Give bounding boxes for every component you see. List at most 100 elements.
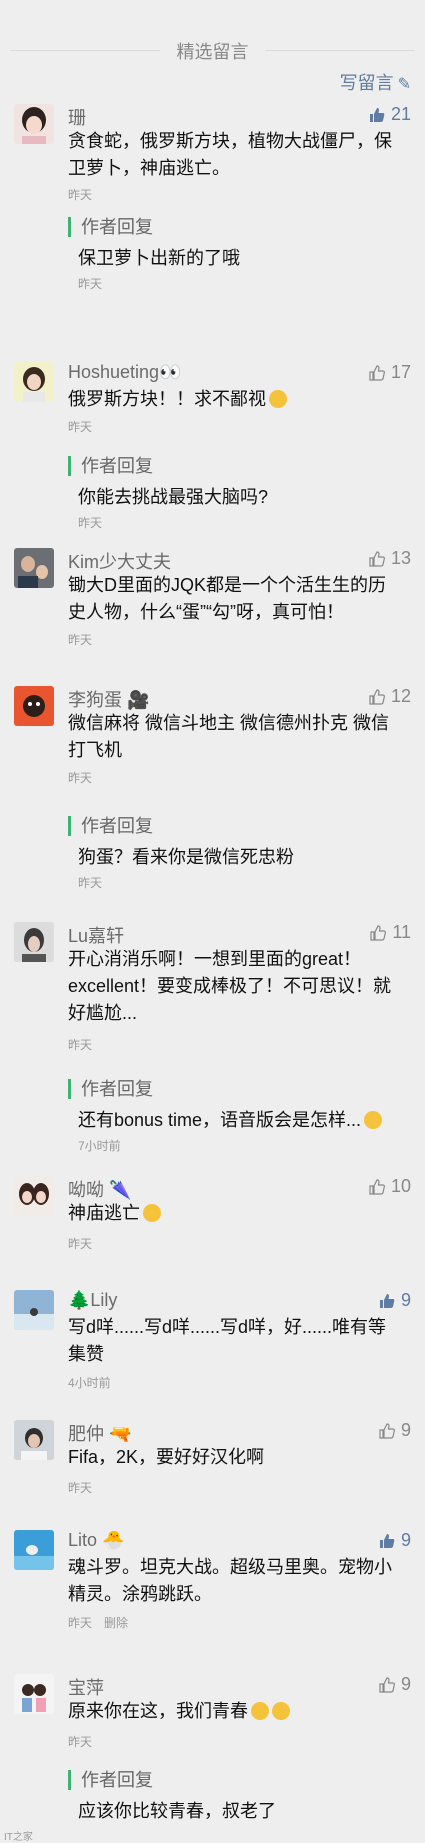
like-button[interactable]: 12 bbox=[369, 686, 411, 707]
author-reply: 作者回复 还有bonus time，语音版会是怎样... 7小时前 bbox=[68, 1079, 408, 1159]
comment-time: 昨天 bbox=[68, 1481, 93, 1495]
write-comment-button[interactable]: 写留言 ✎ bbox=[340, 69, 411, 95]
emoji-icon bbox=[364, 1111, 383, 1129]
avatar[interactable] bbox=[14, 1420, 54, 1460]
author-reply-text: 狗蛋？看来你是微信死忠粉 bbox=[78, 847, 294, 867]
pencil-icon: ✎ bbox=[397, 76, 411, 93]
comment-nickname[interactable]: 珊 bbox=[68, 104, 86, 130]
emoji-icon bbox=[251, 1702, 269, 1720]
like-button[interactable]: 9 bbox=[379, 1530, 411, 1551]
avatar[interactable] bbox=[14, 104, 54, 144]
thumbs-up-icon bbox=[369, 689, 385, 705]
thumbs-up-icon bbox=[379, 1677, 395, 1693]
comment-text: 神庙逃亡 bbox=[68, 1200, 403, 1227]
like-button[interactable]: 9 bbox=[379, 1420, 411, 1441]
comment-time: 昨天 bbox=[68, 771, 93, 785]
like-button[interactable]: 11 bbox=[370, 922, 411, 943]
author-reply-text: 你能去挑战最强大脑吗? bbox=[78, 487, 269, 507]
comment-time: 昨天 bbox=[68, 1038, 93, 1052]
like-count: 17 bbox=[390, 362, 411, 382]
like-count: 21 bbox=[390, 104, 411, 124]
comment-item: 宝萍 9 原来你在这，我们青春 昨天 作者回复 应该你比较青春，叔老了 bbox=[0, 1674, 425, 1843]
comment-time: 昨天 删除 bbox=[68, 1614, 128, 1631]
comments-header: 精选留言 写留言 ✎ bbox=[0, 0, 425, 110]
comment-nickname[interactable]: 🌲Lily bbox=[68, 1290, 117, 1311]
avatar[interactable] bbox=[14, 1530, 54, 1570]
avatar[interactable] bbox=[14, 922, 54, 962]
comment-text: 贪食蛇，俄罗斯方块，植物大战僵尸，保卫萝卜，神庙逃亡。 bbox=[68, 131, 392, 178]
comment-nickname[interactable]: 呦呦 🌂 bbox=[68, 1176, 131, 1202]
author-reply: 作者回复 保卫萝卜出新的了哦 昨天 bbox=[68, 217, 408, 297]
like-count: 9 bbox=[400, 1530, 411, 1550]
comment-item: 肥仲 🔫 9 Fifa，2K，要好好汉化啊 昨天 bbox=[0, 1420, 425, 1500]
comment-text-content: 神庙逃亡 bbox=[68, 1203, 140, 1223]
like-button[interactable]: 13 bbox=[369, 548, 411, 569]
comment-nickname[interactable]: Lito 🐣 bbox=[68, 1530, 124, 1551]
comment-text: 锄大D里面的JQK都是一个个活生生的历史人物，什么“蛋”“勾”呀，真可怕！ bbox=[68, 575, 387, 622]
comment-time: 昨天 bbox=[68, 1735, 93, 1749]
comment-text: 微信麻将 微信斗地主 微信德州扑克 微信打飞机 bbox=[68, 713, 390, 760]
comment-time: 昨天 bbox=[68, 188, 93, 202]
comment-item: 李狗蛋 🎥 12 微信麻将 微信斗地主 微信德州扑克 微信打飞机 昨天 作者回复… bbox=[0, 686, 425, 890]
comment-nickname[interactable]: 肥仲 🔫 bbox=[68, 1420, 131, 1446]
emoji-icon bbox=[272, 1702, 290, 1720]
comment-nickname[interactable]: Hoshueting👀 bbox=[68, 362, 181, 383]
like-count: 9 bbox=[400, 1674, 411, 1694]
comment-text: Fifa，2K，要好好汉化啊 bbox=[68, 1447, 265, 1467]
author-reply-time: 昨天 bbox=[78, 277, 103, 291]
thumbs-up-icon bbox=[379, 1294, 395, 1308]
author-reply-text-content: 还有bonus time，语音版会是怎样... bbox=[78, 1110, 362, 1130]
like-count: 10 bbox=[390, 1176, 411, 1196]
author-reply-text: 还有bonus time，语音版会是怎样... bbox=[78, 1106, 383, 1132]
like-button[interactable]: 9 bbox=[379, 1674, 411, 1695]
thumbs-up-icon bbox=[369, 108, 385, 122]
like-count: 11 bbox=[392, 922, 411, 942]
avatar[interactable] bbox=[14, 1674, 54, 1714]
like-button[interactable]: 21 bbox=[369, 104, 411, 125]
avatar[interactable] bbox=[14, 1290, 54, 1330]
watermark: IT之家 bbox=[4, 1832, 33, 1843]
author-reply: 作者回复 应该你比较青春，叔老了 bbox=[68, 1770, 408, 1835]
avatar[interactable] bbox=[14, 362, 54, 402]
like-count: 12 bbox=[390, 686, 411, 706]
like-count: 9 bbox=[400, 1290, 411, 1310]
thumbs-up-icon bbox=[379, 1534, 395, 1548]
comment-nickname[interactable]: 宝萍 bbox=[68, 1674, 104, 1700]
thumbs-up-icon bbox=[369, 1179, 385, 1195]
comment-time: 昨天 bbox=[68, 420, 93, 434]
emoji-icon bbox=[143, 1204, 161, 1222]
section-title: 精选留言 bbox=[0, 38, 425, 64]
like-button[interactable]: 10 bbox=[369, 1176, 411, 1197]
comment-nickname[interactable]: Lu嘉轩 bbox=[68, 922, 124, 948]
like-button[interactable]: 9 bbox=[379, 1290, 411, 1311]
emoji-icon bbox=[269, 390, 287, 408]
author-reply-time: 昨天 bbox=[78, 516, 103, 530]
comment-nickname[interactable]: 李狗蛋 🎥 bbox=[68, 686, 149, 712]
comment-text: 俄罗斯方块！！求不鄙视 bbox=[68, 386, 403, 413]
comment-item: Lito 🐣 9 魂斗罗。坦克大战。超级马里奥。宠物小精灵。涂鸦跳跃。 昨天 删除 bbox=[0, 1530, 425, 1640]
avatar[interactable] bbox=[14, 1176, 54, 1216]
thumbs-up-icon bbox=[369, 365, 385, 381]
comment-text-content: 俄罗斯方块！！求不鄙视 bbox=[68, 389, 266, 409]
comment-text: 原来你在这，我们青春 bbox=[68, 1698, 403, 1725]
author-reply: 作者回复 狗蛋？看来你是微信死忠粉 昨天 bbox=[68, 816, 408, 896]
comment-time: 昨天 bbox=[68, 633, 93, 647]
like-count: 13 bbox=[390, 548, 411, 568]
comment-item: 呦呦 🌂 10 神庙逃亡 昨天 bbox=[0, 1176, 425, 1276]
author-reply-label: 作者回复 bbox=[68, 456, 153, 476]
like-button[interactable]: 17 bbox=[369, 362, 411, 383]
author-reply-time: 7小时前 bbox=[78, 1139, 121, 1153]
comment-nickname[interactable]: Kim少大丈夫 bbox=[68, 548, 171, 574]
comment-time: 昨天 bbox=[68, 1237, 93, 1251]
comment-item: Hoshueting👀 17 俄罗斯方块！！求不鄙视 昨天 作者回复 你能去挑战… bbox=[0, 362, 425, 537]
avatar[interactable] bbox=[14, 686, 54, 726]
author-reply-label: 作者回复 bbox=[68, 217, 153, 237]
thumbs-up-icon bbox=[370, 925, 387, 941]
author-reply-time: 昨天 bbox=[78, 876, 103, 890]
author-reply-text: 应该你比较青春，叔老了 bbox=[78, 1801, 276, 1821]
delete-button[interactable]: 删除 bbox=[104, 1616, 128, 1630]
avatar[interactable] bbox=[14, 548, 54, 588]
comment-text: 开心消消乐啊！一想到里面的great！excellent！要变成棒极了！不可思议… bbox=[68, 949, 392, 1023]
comment-time: 4小时前 bbox=[68, 1376, 111, 1390]
thumbs-up-icon bbox=[379, 1423, 395, 1439]
